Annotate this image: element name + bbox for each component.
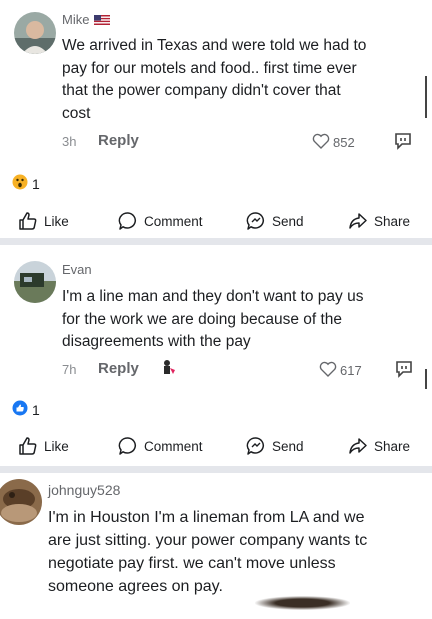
section-divider bbox=[0, 466, 432, 473]
reply-quote-icon[interactable] bbox=[394, 359, 414, 384]
comment-text: We arrived in Texas and were told we had… bbox=[62, 37, 367, 122]
reaction-summary[interactable]: 1 bbox=[12, 174, 40, 193]
section-divider bbox=[0, 238, 432, 245]
comment-timestamp: 7h bbox=[62, 362, 77, 377]
reaction-summary[interactable]: 1 bbox=[12, 400, 40, 419]
comment-bubble-icon bbox=[118, 211, 138, 231]
wow-icon bbox=[12, 174, 28, 193]
share-arrow-icon bbox=[348, 211, 368, 231]
avatar[interactable] bbox=[14, 261, 56, 303]
thumbs-up-icon bbox=[18, 436, 38, 456]
scrollbar[interactable] bbox=[425, 76, 427, 118]
avatar[interactable] bbox=[14, 12, 56, 54]
thumbs-up-icon bbox=[18, 211, 38, 231]
scrollbar[interactable] bbox=[425, 369, 427, 389]
comment-text: I'm in Houston I'm a lineman from LA and… bbox=[48, 509, 368, 595]
heart-icon bbox=[312, 133, 330, 152]
reply-button[interactable]: Reply bbox=[98, 132, 139, 149]
messenger-icon bbox=[246, 211, 266, 231]
send-button[interactable]: Send bbox=[246, 436, 304, 456]
comment-bubble-icon bbox=[118, 436, 138, 456]
action-bar: Like Comment Send Share bbox=[0, 431, 432, 461]
comment-author[interactable]: johnguy528 bbox=[48, 482, 120, 498]
comment-author[interactable]: Evan bbox=[62, 262, 92, 277]
comment-button[interactable]: Comment bbox=[118, 211, 203, 231]
comment-timestamp: 3h bbox=[62, 134, 77, 149]
reply-quote-icon[interactable] bbox=[393, 131, 413, 156]
send-button[interactable]: Send bbox=[246, 211, 304, 231]
comment-like-count[interactable]: 852 bbox=[312, 133, 355, 152]
comment-johnguy528: johnguy528 I'm in Houston I'm a lineman … bbox=[0, 473, 432, 619]
comment-mike: Mike We arrived in Texas and were told w… bbox=[0, 0, 432, 235]
avatar[interactable] bbox=[0, 479, 42, 525]
comment-button[interactable]: Comment bbox=[118, 436, 203, 456]
photo-edge bbox=[255, 596, 350, 610]
messenger-icon bbox=[246, 436, 266, 456]
comment-author[interactable]: Mike bbox=[62, 12, 111, 28]
comment-like-count[interactable]: 617 bbox=[319, 361, 362, 380]
like-button[interactable]: Like bbox=[18, 436, 69, 456]
like-button[interactable]: Like bbox=[18, 211, 69, 231]
share-button[interactable]: Share bbox=[348, 436, 410, 456]
heart-icon bbox=[319, 361, 337, 380]
us-flag-icon bbox=[94, 13, 111, 28]
comment-text: I'm a line man and they don't want to pa… bbox=[62, 288, 364, 350]
share-arrow-icon bbox=[348, 436, 368, 456]
share-button[interactable]: Share bbox=[348, 211, 410, 231]
sticker-icon bbox=[161, 359, 177, 382]
action-bar: Like Comment Send Share bbox=[0, 206, 432, 236]
reply-button[interactable]: Reply bbox=[98, 360, 139, 377]
like-reaction-icon bbox=[12, 400, 28, 419]
